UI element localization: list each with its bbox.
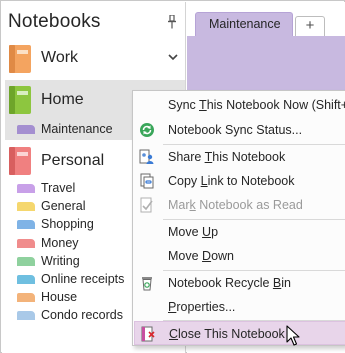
- menu-item-label: Share This Notebook: [168, 150, 286, 164]
- menu-item-label: Move Up: [168, 225, 219, 239]
- section-color-chip: [17, 184, 35, 193]
- menu-item-label: Notebook Sync Status...: [168, 123, 303, 137]
- pane-title: Notebooks: [8, 11, 101, 32]
- add-section-button[interactable]: +: [295, 16, 325, 36]
- onenote-window: Notebooks Work Home Maintenance Personal…: [0, 0, 345, 353]
- pin-icon[interactable]: [167, 15, 177, 29]
- menu-item-label: Copy Link to Notebook: [168, 174, 295, 188]
- section-label: Condo records: [41, 308, 123, 323]
- section-label: Writing: [41, 253, 80, 268]
- section-tab-strip: Maintenance +: [187, 2, 345, 36]
- menu-item-move-down[interactable]: Move Down: [134, 244, 345, 268]
- notebook-work[interactable]: Work: [5, 42, 185, 76]
- menu-item-label: Move Down: [168, 249, 235, 263]
- menu-item-properties[interactable]: Properties...: [134, 295, 345, 319]
- menu-item-sync-status[interactable]: Notebook Sync Status...: [134, 118, 345, 142]
- section-color-chip: [17, 293, 35, 303]
- menu-item-share-notebook[interactable]: Share This Notebook: [134, 145, 345, 169]
- notebook-icon-work: [9, 45, 31, 73]
- section-label: House: [41, 290, 78, 305]
- sync-status-icon: [140, 123, 154, 137]
- menu-item-close-notebook[interactable]: Close This Notebook: [134, 321, 345, 345]
- menu-item-label: Notebook Recycle Bin: [168, 276, 291, 290]
- menu-item-label: Properties...: [168, 300, 236, 314]
- menu-item-label: Mark Notebook as Read: [168, 198, 303, 212]
- page-header-band: [187, 36, 345, 96]
- notebook-context-menu: Sync This Notebook Now (Shift+ Notebook …: [132, 90, 345, 346]
- section-label: Money: [41, 235, 79, 250]
- section-color-chip: [17, 238, 35, 248]
- section-color-chip: [17, 256, 35, 266]
- section-label: Online receipts: [41, 271, 125, 286]
- menu-item-recycle-bin[interactable]: Notebook Recycle Bin: [134, 271, 345, 295]
- section-label: General: [41, 199, 86, 214]
- share-icon: [139, 149, 154, 164]
- section-color-chip: [17, 311, 35, 321]
- chevron-down-icon[interactable]: [168, 53, 178, 61]
- section-color-chip: [17, 125, 35, 134]
- menu-item-copy-link[interactable]: Copy Link to Notebook: [134, 169, 345, 193]
- close-notebook-icon: [141, 326, 155, 342]
- section-label: Shopping: [41, 217, 94, 232]
- menu-item-label: Sync This Notebook Now (Shift+: [168, 98, 345, 112]
- mark-read-icon: [140, 197, 153, 213]
- recycle-bin-icon: [142, 277, 152, 291]
- menu-item-sync-now[interactable]: Sync This Notebook Now (Shift+: [134, 93, 345, 117]
- menu-item-move-up[interactable]: Move Up: [134, 220, 345, 244]
- section-label: Travel: [41, 181, 76, 195]
- section-color-chip: [17, 202, 35, 212]
- copy-link-icon: [140, 173, 154, 189]
- mouse-cursor-icon: [286, 325, 300, 346]
- notebook-icon-home: [9, 86, 31, 114]
- notebook-label: Home: [41, 91, 84, 108]
- notebook-icon-personal: [9, 147, 31, 175]
- menu-item-label: Close This Notebook: [169, 327, 285, 341]
- section-label: Maintenance: [41, 122, 113, 136]
- section-color-chip: [17, 274, 35, 284]
- notebook-label: Work: [41, 49, 79, 66]
- tab-maintenance[interactable]: Maintenance: [195, 12, 293, 36]
- section-color-chip: [17, 220, 35, 230]
- menu-item-mark-read[interactable]: Mark Notebook as Read: [134, 193, 345, 217]
- notebook-label: Personal: [41, 152, 105, 169]
